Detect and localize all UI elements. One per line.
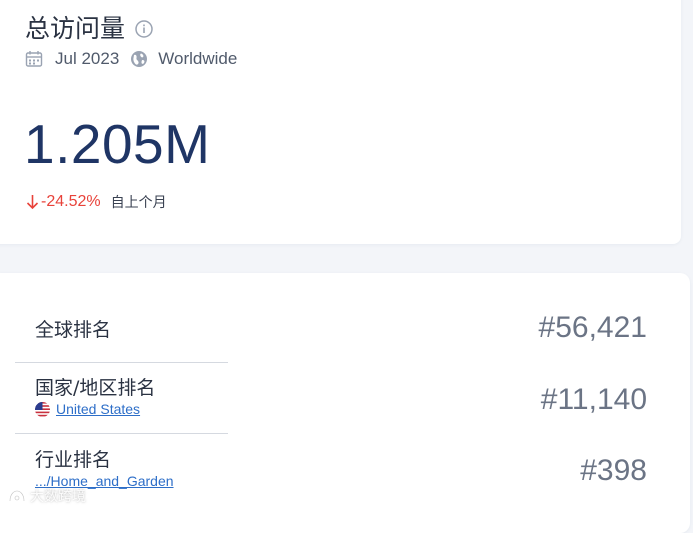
globe-icon	[130, 50, 148, 68]
watermark-text: 大数跨境	[30, 489, 86, 505]
region-label[interactable]: Worldwide	[158, 49, 237, 69]
total-visits-value: 1.205M	[24, 113, 211, 175]
watermark: 大数跨境	[8, 486, 86, 506]
us-flag-icon	[35, 401, 50, 417]
change-period: 自上个月	[110, 195, 167, 211]
change-value: -24.52%	[41, 193, 101, 210]
country-rank-value: #11,140	[540, 383, 647, 416]
category-rank-label: 行业排名	[35, 449, 112, 471]
date-label[interactable]: Jul 2023	[55, 49, 119, 69]
global-rank-value: #56,421	[538, 311, 647, 344]
total-visits-title: 总访问量	[25, 14, 126, 43]
category-rank-row: 行业排名 .../Home_and_Garden #398	[25, 434, 665, 511]
watermark-logo-icon	[8, 489, 26, 503]
calendar-icon	[25, 50, 43, 68]
total-visits-header: 总访问量	[25, 16, 153, 41]
country-rank-row: 国家/地区排名 United States #11,140	[25, 363, 665, 433]
visits-meta: Jul 2023 Worldwide	[25, 49, 237, 69]
category-rank-value: #398	[580, 454, 647, 487]
global-rank-row: 全球排名 #56,421	[25, 296, 665, 358]
info-icon[interactable]	[135, 19, 153, 38]
arrow-down-icon	[26, 194, 39, 210]
country-rank-label: 国家/地区排名	[35, 377, 156, 399]
country-name[interactable]: United States	[56, 401, 140, 417]
visits-change: -24.52% 自上个月	[26, 192, 167, 212]
global-rank-label: 全球排名	[35, 319, 112, 341]
country-link[interactable]: United States	[35, 401, 140, 417]
